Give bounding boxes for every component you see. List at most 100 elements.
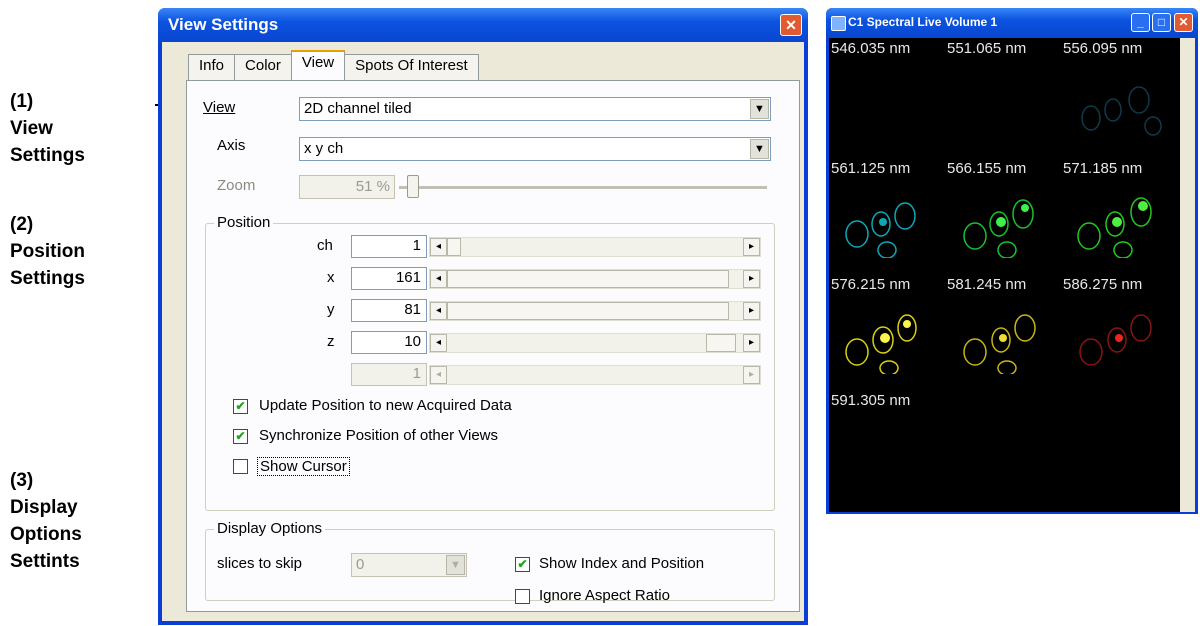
cell-image — [1077, 197, 1152, 258]
image-window-title: C1 Spectral Live Volume 1 — [848, 15, 998, 29]
close-icon[interactable]: ✕ — [1174, 13, 1193, 32]
axis-select-value: x y ch — [304, 140, 344, 157]
scroll-thumb[interactable] — [706, 334, 736, 352]
position-extra-input: 1 — [351, 363, 427, 386]
position-z-input[interactable]: 10 — [351, 331, 427, 354]
slices-to-skip-select: 0 ▼ — [351, 553, 467, 577]
tab-color[interactable]: Color — [234, 54, 292, 81]
zoom-value: 51 % — [355, 178, 390, 195]
scroll-left-icon[interactable]: ◂ — [430, 334, 447, 352]
wavelength-label: 546.035 nm — [831, 40, 911, 57]
position-x-label: x — [327, 269, 335, 286]
show-cursor-label: Show Cursor — [257, 457, 350, 476]
annotation-line: Position — [10, 241, 85, 262]
position-z-scrollbar[interactable]: ◂ ▸ — [429, 333, 761, 353]
position-y-label: y — [327, 301, 335, 318]
spectral-tile: 571.185 nm — [1061, 158, 1173, 258]
annotation-number: (3) — [10, 470, 34, 491]
position-ch-input[interactable]: 1 — [351, 235, 427, 258]
annotation-display-options: (3) Display Options Settints — [10, 467, 82, 575]
cell-image — [1081, 86, 1162, 136]
view-select[interactable]: 2D channel tiled ▼ — [299, 97, 771, 121]
annotation-number: (1) — [10, 91, 34, 112]
zoom-value-field: 51 % — [299, 175, 395, 199]
chevron-down-icon[interactable]: ▼ — [750, 99, 769, 119]
scroll-thumb[interactable] — [447, 238, 461, 256]
tab-info[interactable]: Info — [188, 54, 236, 81]
position-y-input[interactable]: 81 — [351, 299, 427, 322]
scroll-right-icon[interactable]: ▸ — [743, 270, 760, 288]
app-icon — [831, 16, 846, 31]
position-x-input[interactable]: 161 — [351, 267, 427, 290]
minimize-icon[interactable]: _ — [1131, 13, 1150, 32]
ignore-aspect-ratio-checkbox[interactable] — [515, 589, 530, 604]
annotation-number: (2) — [10, 214, 34, 235]
scroll-left-icon[interactable]: ◂ — [430, 270, 447, 288]
tab-panel-view: View 2D channel tiled ▼ Axis x y ch ▼ Zo… — [186, 80, 800, 612]
position-ch-scrollbar[interactable]: ◂ ▸ — [429, 237, 761, 257]
chevron-down-icon: ▼ — [446, 555, 465, 575]
display-options-group-title: Display Options — [214, 520, 326, 537]
cell-image — [1079, 314, 1152, 366]
spectral-image-canvas[interactable]: 546.035 nm 551.065 nm 556.095 nm 561.125… — [829, 38, 1180, 512]
dialog-title: View Settings — [168, 15, 279, 34]
scroll-left-icon[interactable]: ◂ — [430, 302, 447, 320]
scroll-right-icon: ▸ — [743, 366, 760, 384]
annotation-line: Options — [10, 524, 82, 545]
axis-select[interactable]: x y ch ▼ — [299, 137, 771, 161]
image-vertical-scrollbar[interactable] — [1180, 38, 1195, 512]
slices-to-skip-value: 0 — [356, 556, 365, 573]
scroll-thumb[interactable] — [447, 302, 729, 320]
spectral-live-volume-window: C1 Spectral Live Volume 1 _ □ ✕ 546.035 … — [826, 8, 1198, 514]
position-ch-label: ch — [317, 237, 333, 254]
position-x-scrollbar[interactable]: ◂ ▸ — [429, 269, 761, 289]
synchronize-position-label: Synchronize Position of other Views — [259, 427, 499, 444]
view-settings-dialog: View Settings ✕ Info Color View Spots Of… — [158, 8, 808, 625]
spectral-tile: 551.065 nm — [945, 38, 1057, 138]
annotation-line: View — [10, 118, 53, 139]
position-z-label: z — [327, 333, 335, 350]
synchronize-position-checkbox[interactable]: ✔ — [233, 429, 248, 444]
spectral-tile: 556.095 nm — [1061, 38, 1173, 138]
zoom-slider-thumb[interactable] — [407, 175, 419, 198]
update-position-label: Update Position to new Acquired Data — [259, 397, 512, 414]
scroll-left-icon[interactable]: ◂ — [430, 238, 447, 256]
annotation-position-settings: (2) Position Settings — [10, 211, 85, 292]
show-index-position-checkbox[interactable]: ✔ — [515, 557, 530, 572]
chevron-down-icon[interactable]: ▼ — [750, 139, 769, 159]
annotation-line: Settings — [10, 145, 85, 166]
wavelength-label: 551.065 nm — [947, 40, 1027, 57]
spectral-tile: 546.035 nm — [829, 38, 941, 138]
cell-image — [845, 202, 916, 258]
spectral-tile: 561.125 nm — [829, 158, 941, 258]
cell-image — [963, 314, 1036, 374]
dialog-body: Info Color View Spots Of Interest View 2… — [162, 42, 804, 621]
dialog-titlebar[interactable]: View Settings ✕ — [158, 8, 808, 42]
spectral-tile: 576.215 nm — [829, 274, 941, 374]
axis-label: Axis — [217, 137, 246, 154]
annotation-view-settings: (1) View Settings — [10, 88, 85, 169]
tab-spots-of-interest[interactable]: Spots Of Interest — [344, 54, 479, 81]
scroll-right-icon[interactable]: ▸ — [743, 302, 760, 320]
scroll-right-icon[interactable]: ▸ — [743, 238, 760, 256]
update-position-checkbox[interactable]: ✔ — [233, 399, 248, 414]
cell-image — [845, 314, 917, 374]
zoom-label: Zoom — [217, 177, 256, 194]
zoom-slider-track[interactable] — [399, 186, 767, 190]
annotation-line: Settings — [10, 268, 85, 289]
image-window-titlebar[interactable]: C1 Spectral Live Volume 1 _ □ ✕ — [826, 8, 1198, 38]
scroll-thumb[interactable] — [447, 270, 729, 288]
tab-view[interactable]: View — [290, 50, 346, 82]
maximize-icon[interactable]: □ — [1152, 13, 1171, 32]
annotation-line: Settints — [10, 551, 80, 572]
show-cursor-checkbox[interactable] — [233, 459, 248, 474]
position-extra-scrollbar: ◂ ▸ — [429, 365, 761, 385]
annotation-line: Display — [10, 497, 78, 518]
ignore-aspect-ratio-label: Ignore Aspect Ratio — [539, 587, 670, 604]
slices-to-skip-label: slices to skip — [217, 555, 303, 572]
wavelength-label: 591.305 nm — [831, 392, 911, 409]
scroll-left-icon: ◂ — [430, 366, 447, 384]
position-y-scrollbar[interactable]: ◂ ▸ — [429, 301, 761, 321]
close-icon[interactable]: ✕ — [780, 14, 802, 36]
scroll-right-icon[interactable]: ▸ — [743, 334, 760, 352]
